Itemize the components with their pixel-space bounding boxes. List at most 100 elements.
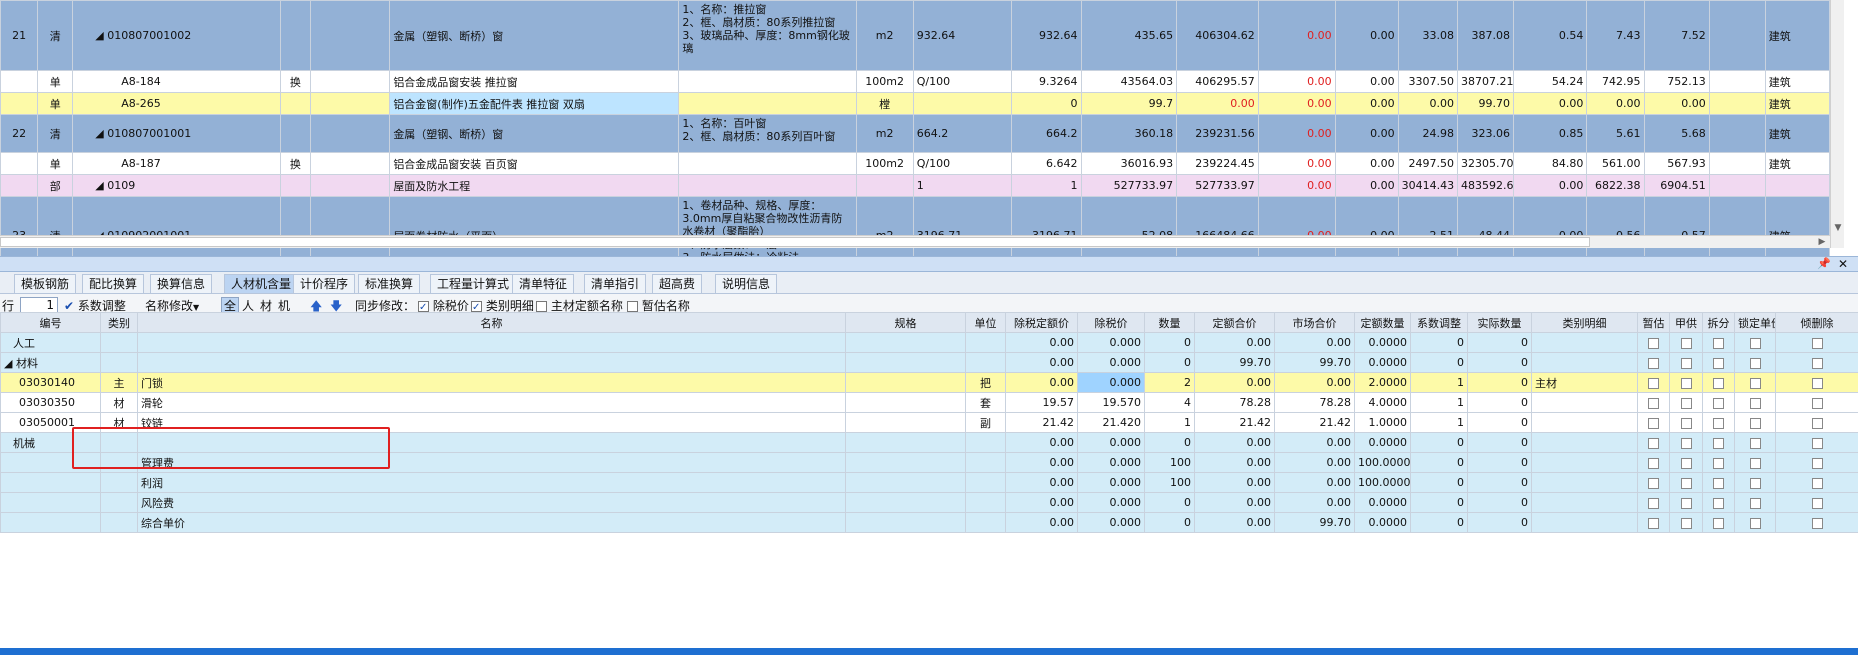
resource-checkbox-cell[interactable] bbox=[1637, 432, 1670, 453]
resource-cell-coef[interactable]: 0 bbox=[1410, 472, 1468, 493]
bill-cell-c6[interactable]: 561.00 bbox=[1586, 152, 1645, 175]
horizontal-scroll-thumb[interactable] bbox=[0, 237, 1590, 247]
resource-cell-price[interactable]: 0.000 bbox=[1077, 472, 1145, 493]
resource-row[interactable]: ◢ 材料 0.00 0.000 0 99.70 99.70 0.0000 0 0 bbox=[0, 352, 1858, 373]
resource-cell-detail[interactable] bbox=[1531, 452, 1638, 473]
resource-checkbox-cell[interactable] bbox=[1702, 372, 1735, 393]
resource-cell-quota_price[interactable]: 21.42 bbox=[1005, 412, 1078, 433]
bill-cell-qty[interactable]: 932.64 bbox=[1010, 0, 1082, 71]
column-header[interactable]: 单位 bbox=[965, 312, 1006, 333]
bill-cell-expr[interactable] bbox=[912, 92, 1012, 115]
column-header[interactable]: 甲供 bbox=[1669, 312, 1703, 333]
resource-cell-cat[interactable] bbox=[100, 352, 138, 373]
bill-cell-empty[interactable] bbox=[310, 0, 391, 71]
bill-cell-mark[interactable] bbox=[279, 174, 312, 197]
bill-cell-cat[interactable]: 单 bbox=[37, 152, 74, 175]
bill-cell-feature[interactable] bbox=[678, 70, 857, 93]
bill-cell-major[interactable]: 建筑 bbox=[1764, 92, 1831, 115]
bill-row[interactable]: 22 清 ◢ 010807001001 金属（塑钢、断桥）窗 1、名称：百叶窗 2、框、… bbox=[0, 114, 1831, 153]
checkbox-icon[interactable] bbox=[1680, 357, 1692, 369]
checkbox-icon[interactable] bbox=[1749, 497, 1761, 509]
bill-cell-c4[interactable]: 387.08 bbox=[1457, 0, 1514, 71]
resource-checkbox-cell[interactable] bbox=[1775, 472, 1858, 493]
resource-checkbox-cell[interactable] bbox=[1734, 512, 1776, 533]
checkbox-icon[interactable] bbox=[1648, 457, 1659, 469]
checkbox-icon[interactable] bbox=[1680, 377, 1692, 389]
bill-cell-c3[interactable]: 33.08 bbox=[1397, 0, 1459, 71]
resource-cell-qty[interactable]: 0 bbox=[1144, 432, 1195, 453]
resource-cell-qty[interactable]: 100 bbox=[1144, 452, 1195, 473]
top-grid-vertical-scrollbar[interactable]: ▼ bbox=[1830, 0, 1844, 248]
checkbox-icon[interactable] bbox=[1648, 377, 1659, 389]
resource-cell-coef[interactable]: 1 bbox=[1410, 412, 1468, 433]
bill-row[interactable]: 21 清 ◢ 010807001002 金属（塑钢、断桥）窗 1、名称：推拉窗 2、框、… bbox=[0, 0, 1831, 71]
bill-cell-feature[interactable] bbox=[678, 92, 857, 115]
bill-cell-c5[interactable]: 0.85 bbox=[1512, 114, 1588, 153]
resource-cell-quota_qty[interactable]: 0.0000 bbox=[1354, 432, 1411, 453]
resource-cell-code[interactable]: 人工 bbox=[0, 332, 101, 353]
resource-cell-quota_qty[interactable]: 0.0000 bbox=[1354, 332, 1411, 353]
resource-cell-price[interactable]: 21.420 bbox=[1077, 412, 1145, 433]
resource-cell-qty[interactable]: 2 bbox=[1144, 372, 1195, 393]
bill-cell-unit[interactable] bbox=[855, 174, 914, 197]
checkbox-icon[interactable] bbox=[1811, 497, 1823, 509]
resource-cell-detail[interactable]: 主材 bbox=[1531, 372, 1638, 393]
resource-cell-qty[interactable]: 1 bbox=[1144, 412, 1195, 433]
resource-cell-quota_total[interactable]: 78.28 bbox=[1194, 392, 1275, 413]
bill-cell-total[interactable]: 527733.97 bbox=[1176, 174, 1259, 197]
resource-checkbox-cell[interactable] bbox=[1669, 472, 1703, 493]
bill-cell-c3[interactable]: 3307.50 bbox=[1397, 70, 1459, 93]
resource-checkbox-cell[interactable] bbox=[1669, 332, 1703, 353]
resource-cell-name[interactable] bbox=[137, 352, 846, 373]
resource-cell-unit[interactable]: 副 bbox=[965, 412, 1006, 433]
resource-cell-price[interactable]: 0.000 bbox=[1077, 492, 1145, 513]
resource-checkbox-cell[interactable] bbox=[1637, 512, 1670, 533]
checkbox-icon[interactable] bbox=[1811, 417, 1823, 429]
bill-cell-c5[interactable]: 84.80 bbox=[1512, 152, 1588, 175]
checkbox-icon[interactable] bbox=[1749, 457, 1761, 469]
resource-cell-unit[interactable]: 把 bbox=[965, 372, 1006, 393]
resource-cell-actual_qty[interactable]: 0 bbox=[1467, 492, 1532, 513]
checkbox-icon[interactable] bbox=[1749, 477, 1761, 489]
resource-cell-coef[interactable]: 0 bbox=[1410, 432, 1468, 453]
resource-cell-market_total[interactable]: 0.00 bbox=[1274, 372, 1355, 393]
bill-cell-price[interactable]: 360.18 bbox=[1080, 114, 1178, 153]
resource-cell-spec[interactable] bbox=[845, 512, 966, 533]
resource-cell-unit[interactable] bbox=[965, 472, 1006, 493]
resource-cell-actual_qty[interactable]: 0 bbox=[1467, 352, 1532, 373]
resource-cell-market_total[interactable]: 99.70 bbox=[1274, 512, 1355, 533]
bill-cell-c2[interactable]: 0.00 bbox=[1334, 92, 1399, 115]
bill-cell-c5[interactable]: 0.54 bbox=[1512, 0, 1588, 71]
resource-cell-actual_qty[interactable]: 0 bbox=[1467, 452, 1532, 473]
bill-row[interactable]: 单 A8-184 换 铝合金成品窗安装 推拉窗 100m2 Q/100 9.3264 4356… bbox=[0, 70, 1831, 93]
resource-checkbox-cell[interactable] bbox=[1734, 392, 1776, 413]
bill-cell-code[interactable]: ◢ 010807001001 bbox=[72, 114, 281, 153]
bill-cell-empty[interactable] bbox=[310, 70, 391, 93]
bill-cell-unit[interactable]: 100m2 bbox=[855, 152, 914, 175]
bill-cell-code[interactable]: A8-184 bbox=[72, 70, 281, 93]
resource-checkbox-cell[interactable] bbox=[1637, 352, 1670, 373]
bill-cell-c4[interactable]: 99.70 bbox=[1457, 92, 1514, 115]
bill-cell-c7[interactable]: 752.13 bbox=[1643, 70, 1710, 93]
resource-checkbox-cell[interactable] bbox=[1637, 452, 1670, 473]
resource-checkbox-cell[interactable] bbox=[1702, 432, 1735, 453]
column-header[interactable]: 倾删除 bbox=[1775, 312, 1858, 333]
column-header[interactable]: 名称 bbox=[137, 312, 846, 333]
resource-checkbox-cell[interactable] bbox=[1702, 332, 1735, 353]
resource-cell-spec[interactable] bbox=[845, 352, 966, 373]
resource-checkbox-cell[interactable] bbox=[1669, 412, 1703, 433]
resource-cell-quota_price[interactable]: 0.00 bbox=[1005, 452, 1078, 473]
tab-3[interactable]: 人材机含量 bbox=[224, 274, 299, 293]
bill-cell-qty[interactable]: 9.3264 bbox=[1010, 70, 1082, 93]
bill-cell-c7[interactable]: 6904.51 bbox=[1643, 174, 1710, 197]
bill-cell-c2[interactable]: 0.00 bbox=[1334, 114, 1399, 153]
bill-cell-mark[interactable] bbox=[279, 0, 312, 71]
resource-cell-name[interactable]: 风险费 bbox=[137, 492, 846, 513]
bill-cell-expr[interactable]: 932.64 bbox=[912, 0, 1012, 71]
checkbox-icon[interactable] bbox=[1648, 337, 1659, 349]
resource-cell-quota_total[interactable]: 0.00 bbox=[1194, 372, 1275, 393]
resource-cell-cat[interactable] bbox=[100, 332, 138, 353]
resource-cell-name[interactable]: 综合单价 bbox=[137, 512, 846, 533]
bill-cell-feature[interactable]: 1、名称：百叶窗 2、框、扇材质：80系列百叶窗 bbox=[678, 114, 857, 153]
resource-cell-market_total[interactable]: 0.00 bbox=[1274, 492, 1355, 513]
